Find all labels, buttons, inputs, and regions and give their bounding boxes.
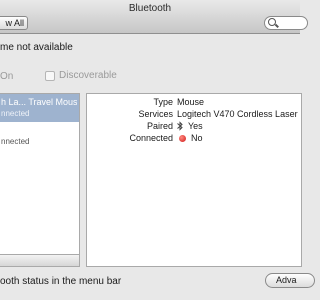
detail-value-type: Mouse [177,97,205,107]
advanced-button[interactable]: Adva [265,273,315,288]
power-on-label[interactable]: On [0,71,13,82]
detail-label-services: Services [138,109,173,119]
bluetooth-name-status: me not available [0,42,73,53]
bluetooth-icon [177,121,183,131]
detail-label-type: Type [153,97,173,107]
red-status-dot-icon [179,135,186,142]
search-field[interactable] [264,16,308,30]
discoverable-label[interactable]: Discoverable [59,70,117,81]
detail-value-connected: No [191,133,203,143]
device-list-item[interactable]: h La... Travel Mouse nnected [0,94,79,122]
show-all-button[interactable]: w All [0,16,28,30]
discoverable-checkbox[interactable] [45,71,55,81]
window-title: Bluetooth [128,3,172,14]
device-list[interactable]: h La... Travel Mouse nnected nnected [0,93,80,267]
detail-value-services: Logitech V470 Cordless Laser [177,109,298,119]
device-name: h La... Travel Mouse [1,97,77,107]
device-details-panel: Type Mouse Services Logitech V470 Cordle… [86,93,302,267]
device-status: nnected [1,137,30,146]
detail-label-paired: Paired [146,121,173,131]
device-list-toolbar[interactable] [0,254,80,267]
device-status: nnected [1,109,30,118]
detail-value-paired: Yes [188,121,203,131]
window-toolbar: Bluetooth w All [0,0,308,34]
detail-label-connected: Connected [129,133,173,143]
show-in-menu-bar-label[interactable]: ooth status in the menu bar [0,276,121,287]
